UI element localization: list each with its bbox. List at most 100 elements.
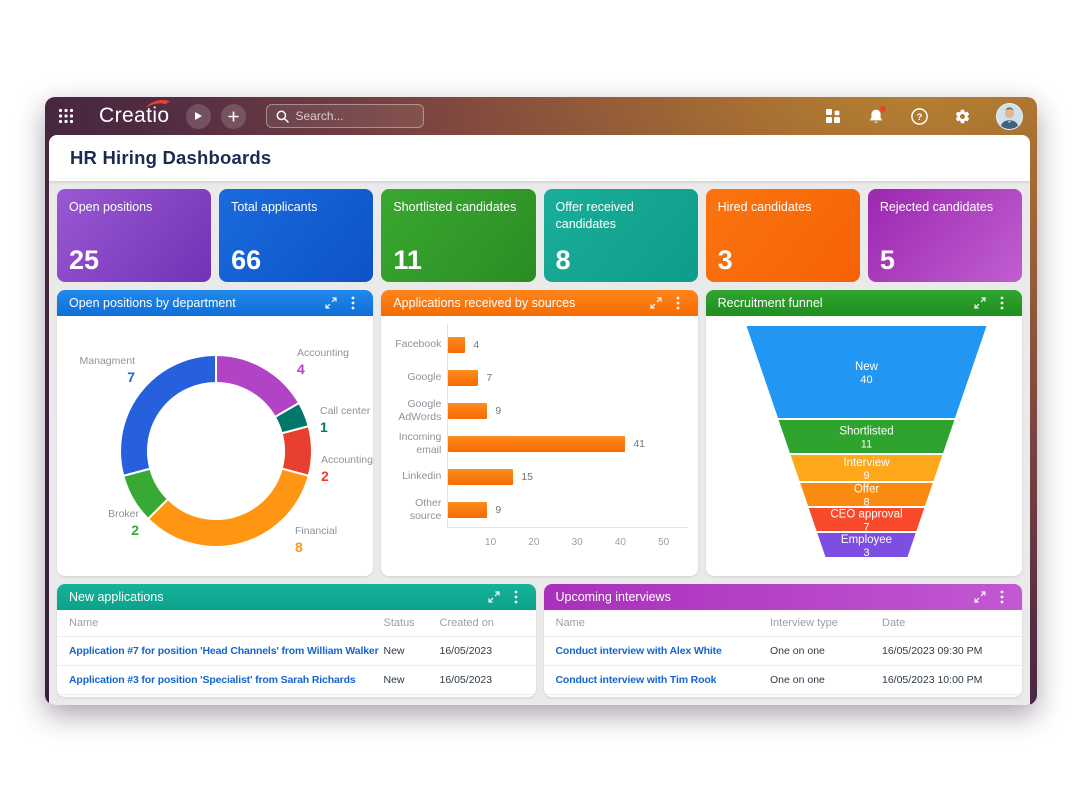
table-header-row: NameStatusCreated on (57, 610, 536, 636)
funnel-chart: New40Shortlisted11Interview9Offer8CEO ap… (706, 316, 1022, 576)
funnel-stage-label: New (855, 361, 879, 373)
record-link[interactable]: Conduct interview with Tim Rook (556, 674, 771, 686)
bar-facebook-4[interactable] (448, 337, 465, 353)
bar-chart: Facebook4Google7Google AdWords9Incoming … (381, 316, 697, 576)
funnel-stage-label: Employee (841, 534, 892, 546)
record-link[interactable]: Conduct interview with Alex White (556, 645, 771, 657)
panel-new-applications: New applications NameStatusCreated onApp… (57, 584, 536, 697)
bar-incoming-email-41[interactable] (448, 436, 625, 452)
record-link[interactable]: Application #3 for position 'Specialist'… (69, 674, 384, 686)
bar-category-label: Incoming email (381, 432, 441, 456)
donut-label-text: Managment (57, 355, 135, 368)
notification-badge (880, 106, 886, 112)
notifications-button[interactable] (867, 107, 885, 125)
funnel-stage-label: Interview (843, 457, 890, 469)
donut-label-value: 7 (57, 369, 135, 387)
app-window: Creatio Search... (45, 97, 1037, 705)
table-row: Conduct interview with Alex WhiteOne on … (544, 636, 1023, 665)
run-process-button[interactable] (186, 104, 211, 129)
cell-date: 16/05/2023 10:00 PM (882, 674, 1010, 686)
x-axis-tick: 40 (615, 537, 626, 548)
kpi-card-total-applicants[interactable]: Total applicants66 (219, 189, 373, 282)
panel-upcoming-interviews: Upcoming interviews NameInterview typeDa… (544, 584, 1023, 697)
column-header-name: Name (69, 617, 384, 629)
expand-panel-button[interactable] (648, 295, 664, 311)
kpi-value: 66 (231, 245, 261, 276)
panel-menu-button[interactable] (345, 295, 361, 311)
bar-linkedin-15[interactable] (448, 469, 513, 485)
panel-open-positions-by-department: Open positions by department Accounting4… (57, 290, 373, 576)
x-axis-tick: 20 (528, 537, 539, 548)
search-icon (276, 110, 289, 123)
donut-label-accounting: Accounting4 (297, 347, 349, 379)
record-link[interactable]: Application #7 for position 'Head Channe… (69, 645, 384, 657)
panel-menu-button[interactable] (994, 589, 1010, 605)
funnel-stage-value: 9 (863, 470, 869, 482)
question-mark-icon: ? (911, 108, 928, 125)
expand-panel-button[interactable] (323, 295, 339, 311)
panel-header: Upcoming interviews (544, 584, 1023, 610)
donut-slice-financial-8[interactable] (148, 469, 309, 547)
donut-label-value: 1 (320, 419, 370, 437)
panel-menu-button[interactable] (670, 295, 686, 311)
add-button[interactable] (221, 104, 246, 129)
bar-category-label: Google (381, 366, 441, 390)
grid-dots-icon (58, 108, 74, 124)
kpi-card-rejected-candidates[interactable]: Rejected candidates5 (868, 189, 1022, 282)
cell-interview-type: One on one (770, 645, 882, 657)
kpi-card-open-positions[interactable]: Open positions25 (57, 189, 211, 282)
kpi-card-hired-candidates[interactable]: Hired candidates3 (706, 189, 860, 282)
search-input[interactable]: Search... (266, 104, 424, 128)
settings-button[interactable] (953, 107, 971, 125)
help-button[interactable]: ? (910, 107, 928, 125)
kpi-card-offer-received-candidates[interactable]: Offer received candidates8 (544, 189, 698, 282)
cell-created-on: 16/05/2023 (440, 674, 524, 686)
bar-value-label: 4 (473, 339, 479, 351)
page-title: HR Hiring Dashboards (70, 147, 271, 169)
kpi-row: Open positions25Total applicants66Shortl… (57, 189, 1022, 282)
desktop-background: Creatio Search... (0, 0, 1082, 800)
kpi-value: 8 (556, 245, 571, 276)
cell-status: New (384, 645, 440, 657)
workplaces-icon[interactable] (824, 107, 842, 125)
charts-row: Open positions by department Accounting4… (57, 290, 1022, 576)
funnel-stage-value: 40 (860, 374, 872, 386)
kpi-label: Rejected candidates (880, 199, 1010, 216)
topbar-actions: ? (824, 103, 1023, 130)
app-launcher-icon[interactable] (57, 107, 75, 125)
bar-value-label: 7 (486, 372, 492, 384)
panel-menu-button[interactable] (508, 589, 524, 605)
creatio-logo[interactable]: Creatio (99, 104, 170, 128)
bar-category-label: Linkedin (381, 465, 441, 489)
bar-google-adwords-9[interactable] (448, 403, 487, 419)
kpi-value: 3 (718, 245, 733, 276)
expand-panel-button[interactable] (972, 295, 988, 311)
x-axis-tick: 10 (485, 537, 496, 548)
topbar: Creatio Search... (45, 97, 1037, 135)
content-area: HR Hiring Dashboards Open positions25Tot… (49, 135, 1030, 705)
cell-interview-type: One on one (770, 674, 882, 686)
table-row: Application #3 for position 'Specialist'… (57, 665, 536, 694)
bar-other-source-9[interactable] (448, 502, 487, 518)
bar-google-7[interactable] (448, 370, 478, 386)
kpi-label: Open positions (69, 199, 199, 216)
funnel-stage-value: 8 (863, 497, 869, 509)
table-row: Application #7 for position 'Head Channe… (57, 636, 536, 665)
kpi-label: Shortlisted candidates (393, 199, 523, 216)
expand-panel-button[interactable] (972, 589, 988, 605)
panel-menu-button[interactable] (994, 295, 1010, 311)
cell-status: New (384, 674, 440, 686)
donut-label-value: 8 (295, 539, 337, 557)
panel-applications-by-sources: Applications received by sources Faceboo… (381, 290, 697, 576)
donut-label-value: 4 (297, 361, 349, 379)
expand-panel-button[interactable] (486, 589, 502, 605)
bar-category-label: Google AdWords (381, 399, 441, 423)
kpi-card-shortlisted-candidates[interactable]: Shortlisted candidates11 (381, 189, 535, 282)
donut-slice-accounting-2[interactable] (282, 426, 312, 476)
user-avatar[interactable] (996, 103, 1023, 130)
cell-date: 16/05/2023 09:30 PM (882, 645, 1010, 657)
donut-slice-accounting-4[interactable] (216, 355, 299, 417)
column-header-created-on: Created on (440, 617, 524, 629)
funnel-stage-value: 7 (863, 522, 869, 534)
bar-category-label: Facebook (381, 333, 441, 357)
